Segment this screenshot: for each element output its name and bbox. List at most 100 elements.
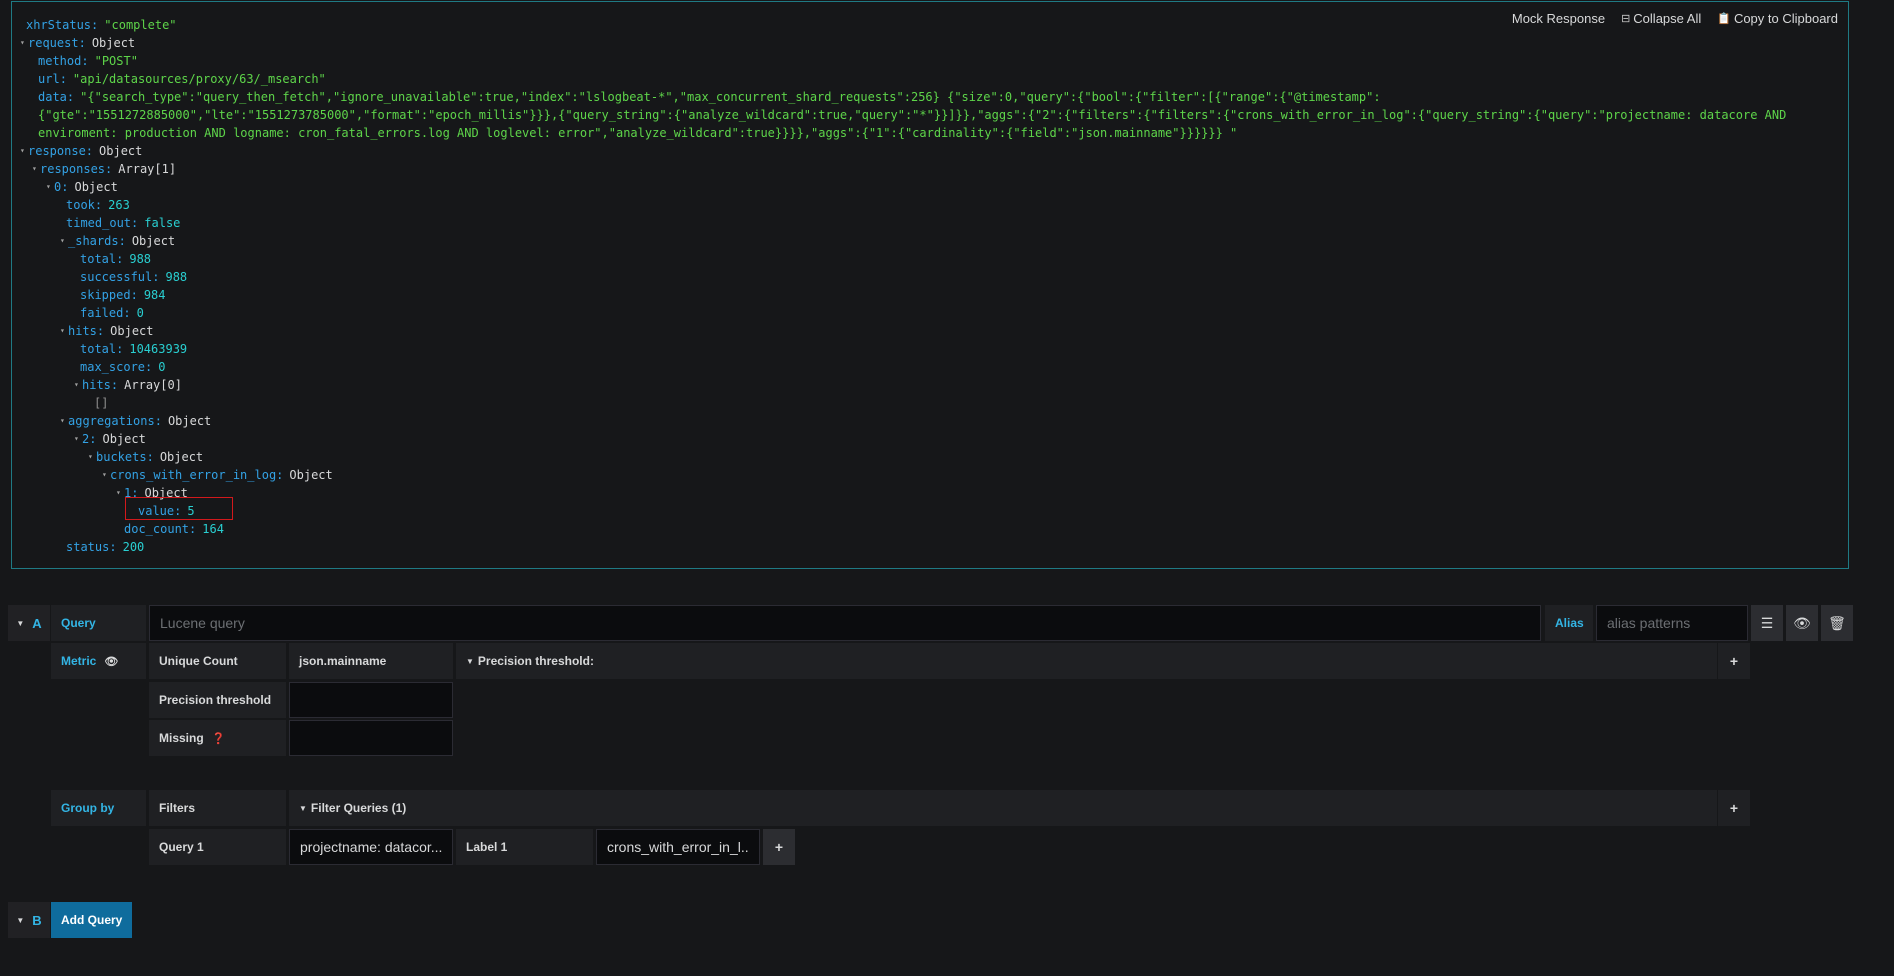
expand-toggle-icon[interactable]: ▾ bbox=[88, 448, 96, 466]
precision-toggle-label: Precision threshold: bbox=[477, 654, 594, 668]
metric-label[interactable]: Metric 👁 bbox=[51, 643, 146, 679]
json-value: 0 bbox=[158, 360, 166, 374]
json-value: 200 bbox=[122, 540, 145, 554]
json-key: url bbox=[38, 72, 60, 86]
expand-toggle-icon[interactable]: ▾ bbox=[20, 34, 28, 52]
json-type: Object bbox=[91, 36, 136, 50]
json-key: hits bbox=[68, 324, 97, 338]
tree-row-max-score: max_score:0 bbox=[80, 360, 166, 374]
menu-button[interactable]: ☰ bbox=[1751, 605, 1783, 641]
query-1-label: Query 1 bbox=[149, 829, 286, 865]
trash-icon: 🗑 bbox=[1828, 614, 1846, 631]
expand-toggle-icon[interactable]: ▾ bbox=[102, 466, 110, 484]
json-value: 10463939 bbox=[129, 342, 188, 356]
expand-toggle-icon[interactable]: ▾ bbox=[60, 322, 68, 340]
expand-toggle-icon[interactable]: ▾ bbox=[20, 142, 28, 160]
tree-row-agg-2[interactable]: ▾ 2: Object bbox=[26, 430, 1786, 448]
json-value: "complete" bbox=[104, 18, 177, 32]
tree-row-aggregations[interactable]: ▾ aggregations: Object bbox=[26, 412, 1786, 430]
metric-label-text: Metric bbox=[61, 654, 97, 668]
json-value: 164 bbox=[202, 522, 224, 536]
json-type: Array[0] bbox=[124, 378, 182, 392]
tree-row-url: url: "api/datasources/proxy/63/_msearch" bbox=[38, 72, 326, 86]
tree-row-response[interactable]: ▾ response: Object bbox=[20, 142, 1786, 160]
json-key: response bbox=[28, 144, 86, 158]
tree-row-hits[interactable]: ▾ hits: Object bbox=[26, 322, 1786, 340]
query-1-input[interactable] bbox=[289, 829, 453, 865]
json-key: took bbox=[66, 198, 95, 212]
expand-toggle-icon[interactable]: ▾ bbox=[32, 160, 40, 178]
query-label: Query bbox=[51, 605, 146, 641]
expand-toggle-icon[interactable]: ▾ bbox=[46, 178, 54, 196]
expand-toggle-icon[interactable]: ▾ bbox=[74, 376, 82, 394]
tree-row-shards[interactable]: ▾ _shards: Object bbox=[26, 232, 1786, 250]
json-key: doc_count bbox=[124, 522, 190, 536]
plus-icon: + bbox=[774, 839, 784, 855]
tree-row-value: value:5 bbox=[138, 504, 195, 518]
json-value-continued: enviroment: production AND logname: cron… bbox=[38, 126, 1238, 140]
query-a-collapse-toggle[interactable]: ▼ A bbox=[8, 605, 50, 641]
json-value: 988 bbox=[129, 252, 152, 266]
caret-down-icon: ▼ bbox=[299, 803, 307, 813]
metric-field-select[interactable]: json.mainname bbox=[289, 643, 453, 679]
filter-queries-toggle[interactable]: ▼ Filter Queries (1) bbox=[289, 790, 1717, 826]
metric-type-select[interactable]: Unique Count bbox=[149, 643, 286, 679]
question-circle-icon[interactable]: ❓ bbox=[212, 732, 226, 745]
json-key: buckets bbox=[96, 450, 147, 464]
expand-toggle-icon[interactable]: ▾ bbox=[60, 232, 68, 250]
tree-row-hits-array[interactable]: ▾ hits: Array[0] bbox=[26, 376, 1786, 394]
json-value: 0 bbox=[136, 306, 144, 320]
tree-row-hits-total: total:10463939 bbox=[80, 342, 188, 356]
tree-row-agg-1[interactable]: ▾ 1: Object bbox=[26, 484, 1786, 502]
tree-row-xhr-status: xhrStatus: "complete" bbox=[26, 18, 177, 32]
json-type: Object bbox=[289, 468, 333, 482]
tree-row-responses[interactable]: ▾ responses: Array[1] bbox=[26, 160, 1786, 178]
json-value: "POST" bbox=[94, 54, 138, 68]
alias-input[interactable] bbox=[1596, 605, 1748, 641]
precision-threshold-toggle[interactable]: ▼ Precision threshold: bbox=[456, 643, 1717, 679]
toggle-visibility-button[interactable]: 👁 bbox=[1786, 605, 1818, 641]
json-type: Object bbox=[159, 450, 204, 464]
label-1-input[interactable] bbox=[596, 829, 760, 865]
json-type: Object bbox=[167, 414, 212, 428]
json-key: timed_out bbox=[66, 216, 132, 230]
query-letter: A bbox=[32, 615, 42, 631]
add-filter-button[interactable]: + bbox=[763, 829, 795, 865]
add-query-button[interactable]: Add Query bbox=[51, 902, 133, 938]
eye-icon[interactable]: 👁 bbox=[104, 655, 118, 668]
json-value: [] bbox=[94, 396, 109, 410]
tree-row-doc-count: doc_count:164 bbox=[124, 522, 224, 536]
json-value: false bbox=[144, 216, 181, 230]
json-key: data bbox=[38, 90, 67, 104]
json-value: "{"search_type":"query_then_fetch","igno… bbox=[80, 90, 1381, 104]
tree-row-buckets[interactable]: ▾ buckets: Object bbox=[26, 448, 1786, 466]
delete-query-button[interactable]: 🗑 bbox=[1821, 605, 1853, 641]
json-key: responses bbox=[40, 162, 106, 176]
tree-row-status: status:200 bbox=[66, 540, 145, 554]
add-group-by-button[interactable]: + bbox=[1718, 790, 1750, 826]
hamburger-icon: ☰ bbox=[1760, 614, 1774, 631]
tree-row-index-0[interactable]: ▾ 0: Object bbox=[26, 178, 1786, 196]
json-value: "api/datasources/proxy/63/_msearch" bbox=[72, 72, 326, 86]
group-by-label: Group by bbox=[51, 790, 146, 826]
query-b-collapse-toggle[interactable]: ▼ B bbox=[8, 902, 50, 938]
json-type: Array[1] bbox=[118, 162, 177, 176]
tree-row-crons[interactable]: ▾ crons_with_error_in_log: Object bbox=[26, 466, 1786, 484]
query-inspector-panel: Mock Response ⊟ Collapse All 📋 Copy to Cli… bbox=[11, 1, 1849, 569]
json-key: hits bbox=[82, 378, 111, 392]
json-key: failed bbox=[80, 306, 124, 320]
expand-toggle-icon[interactable]: ▾ bbox=[116, 484, 124, 502]
json-type: Object bbox=[74, 180, 118, 194]
tree-row-request[interactable]: ▾ request: Object bbox=[20, 34, 1786, 52]
group-by-type-select[interactable]: Filters bbox=[149, 790, 286, 826]
eye-icon: 👁 bbox=[1793, 614, 1811, 631]
precision-threshold-input[interactable] bbox=[289, 682, 453, 718]
lucene-query-input[interactable] bbox=[149, 605, 1541, 641]
expand-toggle-icon[interactable]: ▾ bbox=[74, 430, 82, 448]
expand-toggle-icon[interactable]: ▾ bbox=[60, 412, 68, 430]
tree-row-empty-array: [] bbox=[26, 394, 1786, 412]
missing-input[interactable] bbox=[289, 720, 453, 756]
json-type: Object bbox=[99, 144, 143, 158]
json-key: total bbox=[80, 252, 117, 266]
add-metric-button[interactable]: + bbox=[1718, 643, 1750, 679]
